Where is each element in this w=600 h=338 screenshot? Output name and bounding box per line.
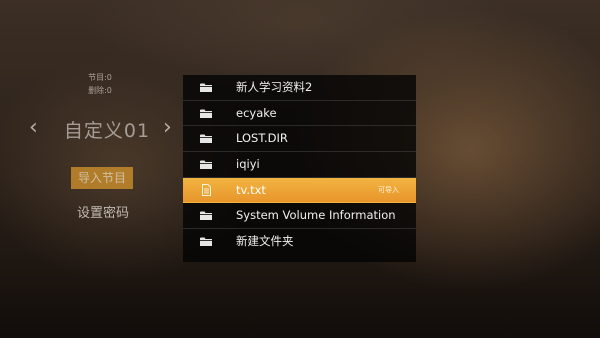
file-name: LOST.DIR xyxy=(236,131,288,146)
group-selector: ‹ 自定义01 › xyxy=(26,112,186,144)
file-list: 新人学习资料2 ecyake LOST.DIR iqiyi tv.txt 可导入 xyxy=(183,75,416,262)
folder-icon xyxy=(200,237,212,247)
chevron-left-icon[interactable]: ‹ xyxy=(29,114,38,142)
file-name: ecyake xyxy=(236,105,277,120)
file-list-item-selected[interactable]: tv.txt 可导入 xyxy=(183,177,416,204)
folder-icon xyxy=(200,134,212,144)
folder-icon xyxy=(200,160,212,170)
program-count: 节目:0 xyxy=(88,73,112,82)
file-list-item[interactable]: iqiyi xyxy=(183,152,416,178)
file-name: iqiyi xyxy=(236,157,260,172)
importable-badge: 可导入 xyxy=(378,185,399,194)
set-password-button[interactable]: 设置密码 xyxy=(71,204,135,224)
file-list-item[interactable]: ecyake xyxy=(183,101,416,127)
text-file-icon xyxy=(202,183,211,196)
left-panel: 节目:0 删除:0 ‹ 自定义01 › 导入节目 设置密码 xyxy=(0,0,183,338)
file-list-item[interactable]: LOST.DIR xyxy=(183,126,416,153)
import-programs-button[interactable]: 导入节目 xyxy=(71,167,133,189)
file-list-item[interactable]: System Volume Information xyxy=(183,203,416,230)
folder-icon xyxy=(200,83,212,92)
stats-panel: 节目:0 删除:0 xyxy=(60,71,140,97)
group-name: 自定义01 xyxy=(63,120,151,142)
file-list-item[interactable]: 新建文件夹 xyxy=(183,229,416,255)
file-list-item[interactable]: 新人学习资料2 xyxy=(183,75,416,101)
folder-icon xyxy=(200,109,212,118)
deleted-count: 删除:0 xyxy=(88,86,112,95)
chevron-right-icon[interactable]: › xyxy=(163,114,172,142)
file-name: System Volume Information xyxy=(236,208,396,223)
folder-icon xyxy=(200,211,212,221)
file-name: tv.txt xyxy=(236,182,266,197)
file-name: 新人学习资料2 xyxy=(236,80,313,94)
file-name: 新建文件夹 xyxy=(236,234,294,249)
